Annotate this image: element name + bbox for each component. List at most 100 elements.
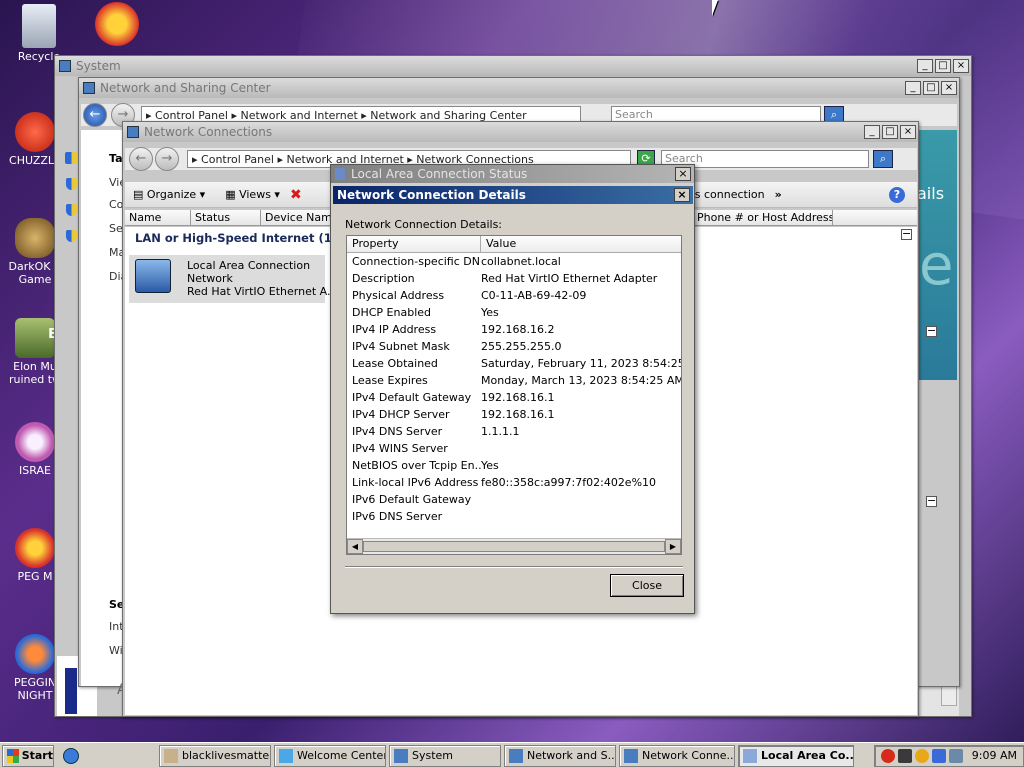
horizontal-scrollbar[interactable]: ◀ ▶ [347, 538, 681, 554]
details-row[interactable]: Physical Address C0-11-AB-69-42-09 [347, 287, 681, 304]
views-button[interactable]: ▦ Views ▾ [225, 188, 280, 201]
details-row[interactable]: Link-local IPv6 Address fe80::358c:a997:7… [347, 474, 681, 491]
minimize-button[interactable]: _ [864, 125, 880, 139]
collapse-icon[interactable]: − [926, 325, 937, 337]
back-button[interactable]: ← [129, 147, 153, 171]
details-row[interactable]: IPv4 Subnet Mask 255.255.255.0 [347, 338, 681, 355]
col-phone-host[interactable]: Phone # or Host Address [693, 210, 833, 225]
task-icon [164, 748, 178, 763]
nsc-titlebar[interactable]: Network and Sharing Center _ □ × [79, 78, 959, 98]
close-button[interactable]: × [674, 188, 690, 202]
col-name[interactable]: Name [125, 210, 191, 225]
taskbar-item[interactable]: blacklivesmatte... [159, 744, 271, 767]
nc-titlebar[interactable]: Network Connections _ □ × [123, 122, 918, 142]
task-icon [279, 748, 293, 763]
scroll-left-icon[interactable]: ◀ [347, 539, 363, 554]
col-value[interactable]: Value [481, 236, 681, 252]
property-cell: Lease Expires [352, 374, 428, 387]
start-button[interactable]: Start [2, 744, 54, 767]
details-row[interactable]: NetBIOS over Tcpip En... Yes [347, 457, 681, 474]
tray-app-icon[interactable] [897, 748, 912, 763]
details-row[interactable]: IPv4 IP Address 192.168.16.2 [347, 321, 681, 338]
close-button[interactable]: × [900, 125, 916, 139]
crumb-network-internet[interactable]: Network and Internet [240, 109, 357, 122]
value-cell [481, 440, 681, 457]
organize-button[interactable]: ▤ Organize ▾ [133, 188, 205, 201]
details-row[interactable]: IPv4 Default Gateway 192.168.16.1 [347, 389, 681, 406]
details-row[interactable]: IPv4 DNS Server 1.1.1.1 [347, 423, 681, 440]
maximize-button[interactable]: □ [882, 125, 898, 139]
value-cell: C0-11-AB-69-42-09 [481, 289, 587, 302]
taskbar-item-active[interactable]: Local Area Co... [738, 744, 854, 767]
window-title: System [76, 59, 121, 73]
details-row[interactable]: Description Red Hat VirtIO Ethernet Adapt… [347, 270, 681, 287]
quick-launch-ie-icon[interactable] [63, 747, 79, 764]
minimize-button[interactable]: _ [905, 81, 921, 95]
close-button[interactable]: × [941, 81, 957, 95]
desktop-icon-peggle[interactable] [82, 2, 152, 48]
nsc-tasks-heading: Ta [109, 152, 123, 165]
details-row[interactable]: Lease Obtained Saturday, February 11, 202… [347, 355, 681, 372]
volume-icon[interactable] [948, 748, 963, 763]
value-cell: 1.1.1.1 [481, 425, 520, 438]
details-row[interactable]: IPv4 WINS Server [347, 440, 681, 457]
value-cell: Yes [481, 459, 499, 472]
maximize-button[interactable]: □ [935, 59, 951, 73]
nsc-link-windows-firewall[interactable]: Wi [109, 644, 123, 657]
maximize-button[interactable]: □ [923, 81, 939, 95]
taskbar-item[interactable]: Welcome Center [274, 744, 386, 767]
details-row[interactable]: DHCP Enabled Yes [347, 304, 681, 321]
value-cell [481, 491, 681, 508]
close-dialog-button[interactable]: Close [610, 574, 684, 597]
status-dialog-titlebar[interactable]: Local Area Connection Status × [331, 165, 694, 183]
peggle-icon [95, 2, 139, 46]
more-button[interactable]: » [775, 188, 782, 201]
taskbar-item[interactable]: Network Conne... [619, 744, 735, 767]
details-list-header: Property Value [347, 236, 681, 253]
scroll-right-icon[interactable]: ▶ [665, 539, 681, 554]
network-adapter-icon [135, 259, 171, 293]
details-row[interactable]: Lease Expires Monday, March 13, 2023 8:54… [347, 372, 681, 389]
search-icon[interactable]: ⌕ [873, 150, 893, 168]
details-row[interactable]: Connection-specific DN... collabnet.local [347, 253, 681, 270]
property-cell: Description [352, 272, 415, 285]
close-button[interactable]: × [675, 167, 691, 181]
rename-connection-button[interactable]: is connection [692, 188, 765, 201]
close-button[interactable]: × [953, 59, 969, 73]
network-connection-details-dialog[interactable]: Network Connection Details × Network Con… [333, 186, 693, 612]
search-tray-icon[interactable] [914, 748, 929, 763]
nsc-link-setup[interactable]: Se [109, 222, 123, 235]
delete-icon[interactable]: ✖ [290, 187, 302, 203]
details-listview[interactable]: Property Value Connection-specific DN...… [346, 235, 682, 555]
window-title: Network Connection Details [337, 188, 526, 202]
value-cell [481, 508, 681, 525]
crumb-control-panel[interactable]: Control Panel [155, 109, 228, 122]
details-row[interactable]: IPv6 DNS Server [347, 508, 681, 525]
system-titlebar[interactable]: System _ □ × [55, 56, 971, 76]
details-row[interactable]: IPv4 DHCP Server 192.168.16.1 [347, 406, 681, 423]
lan-connection-item[interactable]: Local Area Connection Network Red Hat Vi… [129, 255, 338, 303]
property-cell: IPv4 IP Address [352, 323, 437, 336]
minimize-button[interactable]: _ [917, 59, 933, 73]
collapse-icon[interactable]: − [926, 495, 937, 507]
network-tray-icon[interactable] [931, 748, 946, 763]
clock[interactable]: 9:09 AM [972, 749, 1017, 762]
taskbar-item[interactable]: System [389, 744, 501, 767]
task-icon [509, 748, 523, 763]
details-row[interactable]: IPv6 Default Gateway [347, 491, 681, 508]
crumb-control-panel[interactable]: Control Panel [201, 153, 274, 166]
details-dialog-titlebar[interactable]: Network Connection Details × [333, 186, 693, 204]
details-label: Network Connection Details: [345, 218, 503, 231]
col-status[interactable]: Status [191, 210, 261, 225]
crumb-nsc[interactable]: Network and Sharing Center [370, 109, 526, 122]
scroll-thumb[interactable] [363, 541, 665, 552]
security-alert-icon[interactable] [880, 748, 895, 763]
col-device-name[interactable]: Device Name [261, 210, 335, 225]
back-button[interactable]: ← [83, 103, 107, 127]
col-property[interactable]: Property [347, 236, 481, 252]
collapse-icon[interactable]: − [901, 228, 912, 240]
forward-button[interactable]: → [155, 147, 179, 171]
help-icon[interactable]: ? [889, 186, 905, 203]
taskbar-item[interactable]: Network and S... [504, 744, 616, 767]
shield-icon [66, 178, 77, 190]
